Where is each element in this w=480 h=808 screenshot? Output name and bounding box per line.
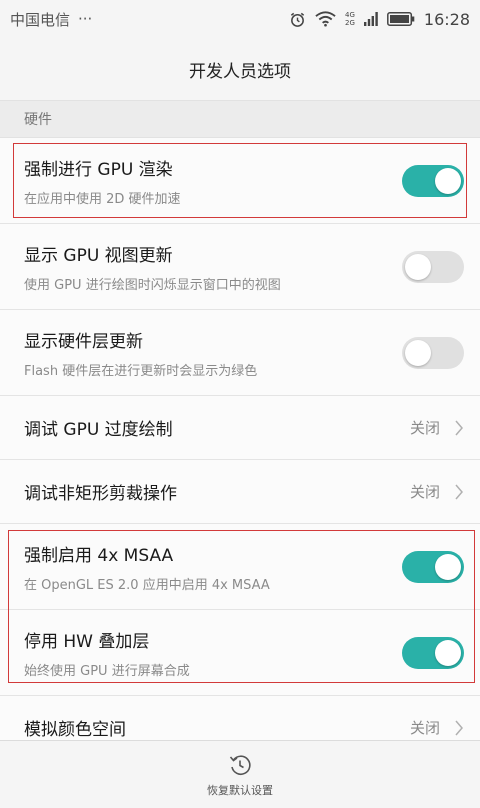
row-text: 显示硬件层更新 Flash 硬件层在进行更新时会显示为绿色 — [24, 327, 257, 379]
status-bar: 中国电信 ··· 4G 2G 16:28 — [0, 0, 480, 38]
network-type-bottom: 2G — [345, 19, 355, 27]
toggle-switch[interactable] — [402, 336, 464, 369]
network-type: 4G 2G — [345, 11, 355, 27]
battery-icon — [386, 12, 415, 26]
setting-title: 强制启用 4x MSAA — [24, 545, 174, 566]
section-label: 硬件 — [24, 112, 52, 128]
setting-subtitle: 在 OpenGL ES 2.0 应用中启用 4x MSAA — [24, 577, 270, 593]
carrier-name: 中国电信 — [10, 10, 71, 29]
settings-list: 强制进行 GPU 渲染 在应用中使用 2D 硬件加速 显示 GPU 视图更新 使… — [0, 138, 480, 760]
page-title: 开发人员选项 — [189, 61, 291, 82]
setting-debug-gpu-overdraw[interactable]: 调试 GPU 过度绘制 关闭 — [0, 396, 480, 460]
network-type-top: 4G — [345, 11, 355, 19]
setting-subtitle: 使用 GPU 进行绘图时闪烁显示窗口中的视图 — [24, 277, 281, 293]
setting-value-wrap: 关闭 — [410, 417, 464, 438]
restore-defaults-button[interactable]: 恢复默认设置 — [0, 740, 480, 808]
setting-subtitle: 始终使用 GPU 进行屏幕合成 — [24, 663, 190, 679]
row-text: 显示 GPU 视图更新 使用 GPU 进行绘图时闪烁显示窗口中的视图 — [24, 241, 281, 293]
setting-title: 显示 GPU 视图更新 — [24, 245, 173, 266]
setting-title: 模拟颜色空间 — [24, 720, 126, 740]
setting-value-wrap: 关闭 — [410, 717, 464, 738]
setting-force-4x-msaa[interactable]: 强制启用 4x MSAA 在 OpenGL ES 2.0 应用中启用 4x MS… — [0, 524, 480, 610]
toggle-switch[interactable] — [402, 250, 464, 283]
row-text: 强制进行 GPU 渲染 在应用中使用 2D 硬件加速 — [24, 155, 181, 207]
setting-value: 关闭 — [409, 419, 440, 437]
toggle-knob — [405, 339, 431, 366]
setting-title: 调试 GPU 过度绘制 — [24, 420, 173, 440]
restore-defaults-label: 恢复默认设置 — [207, 783, 273, 797]
toggle-switch[interactable] — [402, 636, 464, 669]
setting-disable-hw-overlays[interactable]: 停用 HW 叠加层 始终使用 GPU 进行屏幕合成 — [0, 610, 480, 696]
chevron-right-icon — [455, 484, 463, 499]
toggle-switch[interactable] — [402, 550, 464, 583]
chevron-right-icon — [455, 720, 463, 735]
signal-icon — [363, 12, 378, 26]
setting-subtitle: Flash 硬件层在进行更新时会显示为绿色 — [24, 363, 258, 379]
setting-title: 强制进行 GPU 渲染 — [24, 159, 173, 180]
status-left: 中国电信 ··· — [10, 9, 92, 30]
setting-title: 显示硬件层更新 — [24, 331, 143, 352]
section-header-hardware: 硬件 — [0, 101, 480, 138]
toggle-knob — [435, 167, 461, 194]
setting-show-gpu-view-updates[interactable]: 显示 GPU 视图更新 使用 GPU 进行绘图时闪烁显示窗口中的视图 — [0, 224, 480, 310]
setting-show-hardware-layer-updates[interactable]: 显示硬件层更新 Flash 硬件层在进行更新时会显示为绿色 — [0, 310, 480, 396]
setting-value: 关闭 — [409, 719, 440, 737]
chevron-right-icon — [455, 420, 463, 435]
setting-value-wrap: 关闭 — [410, 481, 464, 502]
history-restore-icon — [229, 755, 251, 775]
setting-value: 关闭 — [409, 483, 440, 501]
toggle-knob — [435, 639, 461, 666]
toggle-knob — [435, 553, 461, 580]
setting-debug-non-rect-clip[interactable]: 调试非矩形剪裁操作 关闭 — [0, 460, 480, 524]
status-time: 16:28 — [423, 9, 470, 29]
wifi-icon — [315, 11, 336, 27]
alarm-icon — [290, 12, 305, 27]
toggle-switch[interactable] — [402, 164, 464, 197]
setting-title: 停用 HW 叠加层 — [24, 631, 150, 652]
setting-title: 调试非矩形剪裁操作 — [24, 484, 177, 504]
setting-force-gpu-rendering[interactable]: 强制进行 GPU 渲染 在应用中使用 2D 硬件加速 — [0, 138, 480, 224]
title-bar: 开发人员选项 — [0, 38, 480, 101]
row-text: 强制启用 4x MSAA 在 OpenGL ES 2.0 应用中启用 4x MS… — [24, 541, 270, 593]
status-right: 4G 2G 16:28 — [289, 10, 470, 29]
toggle-knob — [405, 253, 431, 280]
setting-subtitle: 在应用中使用 2D 硬件加速 — [24, 191, 181, 207]
more-notifications-icon: ··· — [78, 10, 93, 28]
row-text: 停用 HW 叠加层 始终使用 GPU 进行屏幕合成 — [24, 627, 190, 679]
